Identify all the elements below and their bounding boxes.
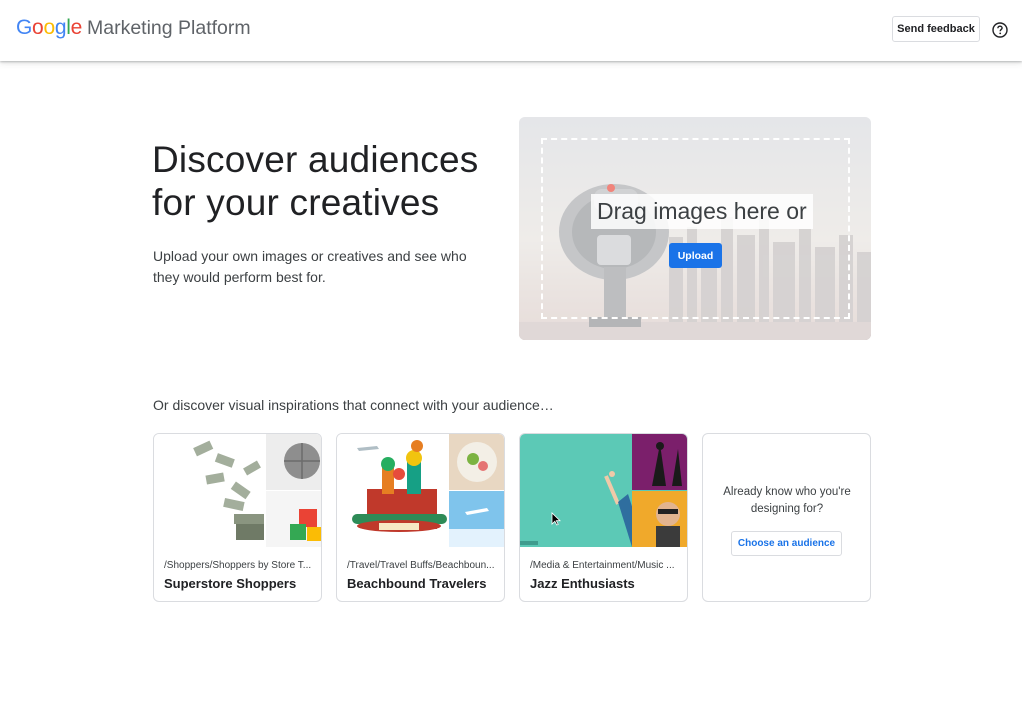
- image-drop-zone[interactable]: Drag images here or Upload: [519, 117, 871, 340]
- audience-card-beachbound-travelers[interactable]: /Travel/Travel Buffs/Beachboun... Beachb…: [336, 433, 505, 602]
- logo-letter-o1: o: [32, 16, 44, 39]
- logo-letter-g1: G: [16, 16, 33, 39]
- card-audience-name: Superstore Shoppers: [164, 576, 297, 591]
- logo-letter-g2: g: [54, 16, 67, 39]
- drop-zone-label: Drag images here or: [591, 194, 813, 229]
- audience-card-jazz-enthusiasts[interactable]: /Media & Entertainment/Music ... Jazz En…: [519, 433, 688, 602]
- card-category-path: /Shoppers/Shoppers by Store T...: [164, 560, 312, 571]
- card-category-path: /Travel/Travel Buffs/Beachboun...: [347, 560, 495, 571]
- inspiration-heading: Or discover visual inspirations that con…: [153, 397, 554, 413]
- google-marketing-platform-logo[interactable]: Google Marketing Platform: [16, 16, 251, 44]
- product-name: Marketing Platform: [86, 17, 251, 39]
- help-circle-icon[interactable]: [992, 22, 1008, 38]
- hero-title-line2: for your creatives: [152, 182, 440, 223]
- jazz-enthusiasts-collage: [520, 434, 687, 547]
- hero-title: Discover audiences for your creatives: [152, 138, 492, 224]
- audience-card-superstore-shoppers[interactable]: /Shoppers/Shoppers by Store T... Superst…: [153, 433, 322, 602]
- hero-description: Upload your own images or creatives and …: [153, 248, 467, 285]
- upload-button[interactable]: Upload: [669, 243, 722, 268]
- logo-letter-e: e: [70, 16, 83, 39]
- choose-audience-prompt: Already know who you're designing for?: [723, 486, 851, 515]
- beachbound-travelers-collage: [337, 434, 504, 547]
- card-category-path: /Media & Entertainment/Music ...: [530, 560, 675, 571]
- superstore-shoppers-collage: [154, 434, 321, 547]
- choose-audience-button[interactable]: Choose an audience: [731, 531, 842, 556]
- card-audience-name: Beachbound Travelers: [347, 576, 487, 591]
- send-feedback-button[interactable]: Send feedback: [892, 16, 980, 42]
- top-app-bar: Google Marketing Platform Send feedback: [0, 0, 1022, 61]
- logo-letter-o2: o: [43, 16, 55, 39]
- hero-title-line1: Discover audiences: [152, 139, 479, 180]
- mouse-cursor-icon: [551, 512, 561, 526]
- choose-audience-card: Already know who you're designing for? C…: [702, 433, 871, 602]
- card-audience-name: Jazz Enthusiasts: [530, 576, 635, 591]
